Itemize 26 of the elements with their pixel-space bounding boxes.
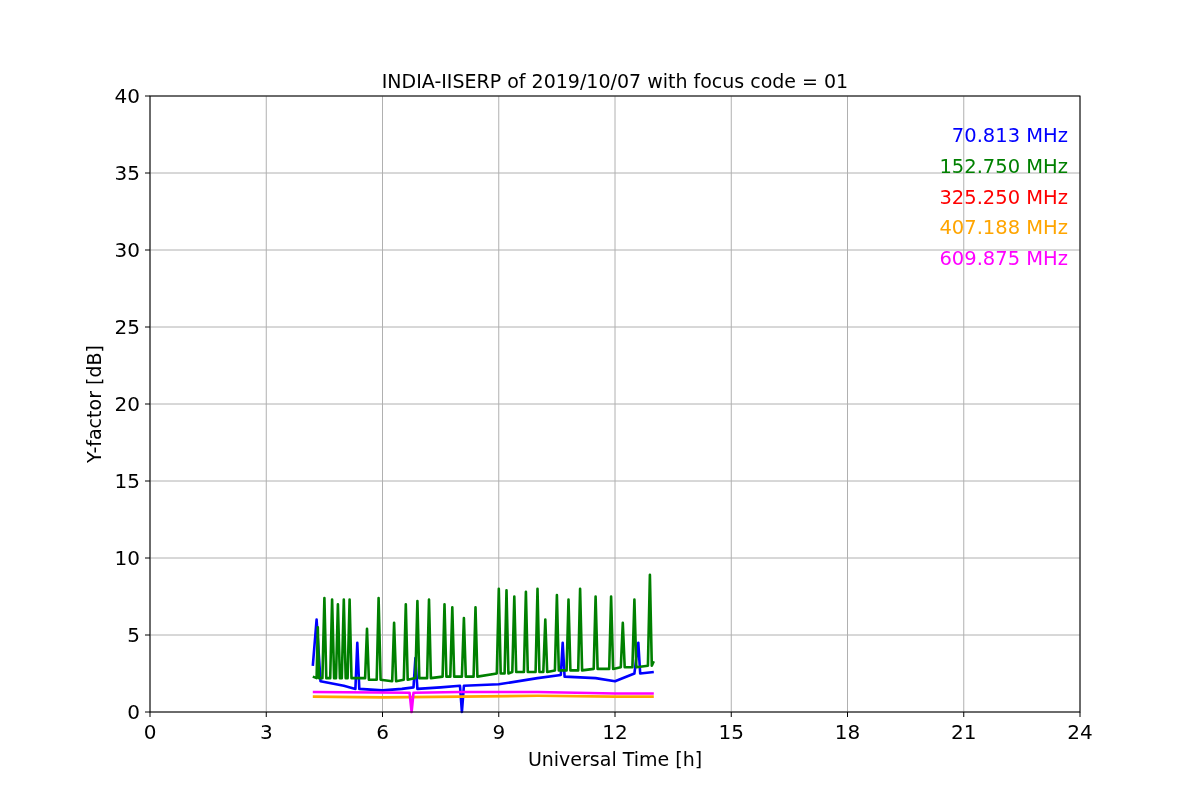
- tick-label: 15: [114, 469, 140, 493]
- tick-label: 35: [114, 161, 140, 185]
- tick-label: 24: [1067, 720, 1093, 744]
- tick-label: 0: [127, 700, 140, 724]
- tick-label: 0: [143, 720, 157, 744]
- tick-label: 12: [602, 720, 628, 744]
- tick-label: 40: [114, 84, 140, 108]
- tick-label: 3: [259, 720, 273, 744]
- tick-label: 30: [114, 238, 140, 262]
- chart-title: INDIA-IISERP of 2019/10/07 with focus code = 01: [381, 70, 849, 92]
- tick-label: 5: [127, 623, 140, 647]
- legend-label: 70.813 MHz: [951, 124, 1068, 147]
- axis-label: Universal Time [h]: [527, 748, 703, 770]
- tick-label: 21: [951, 720, 977, 744]
- tick-label: 15: [718, 720, 744, 744]
- legend-label: 152.750 MHz: [939, 154, 1068, 178]
- tick-label: 9: [492, 720, 506, 744]
- legend-label: 609.875 MHz: [939, 247, 1068, 271]
- tick-label: 25: [114, 315, 140, 339]
- tick-label: 10: [114, 546, 140, 570]
- axis-label: Y-factor [dB]: [83, 345, 105, 463]
- tick-label: 18: [834, 720, 861, 744]
- legend-label: 325.250 MHz: [939, 185, 1068, 209]
- tick-label: 20: [114, 392, 140, 416]
- tick-label: 6: [376, 720, 389, 744]
- legend-label: 407.188 MHz: [939, 216, 1068, 240]
